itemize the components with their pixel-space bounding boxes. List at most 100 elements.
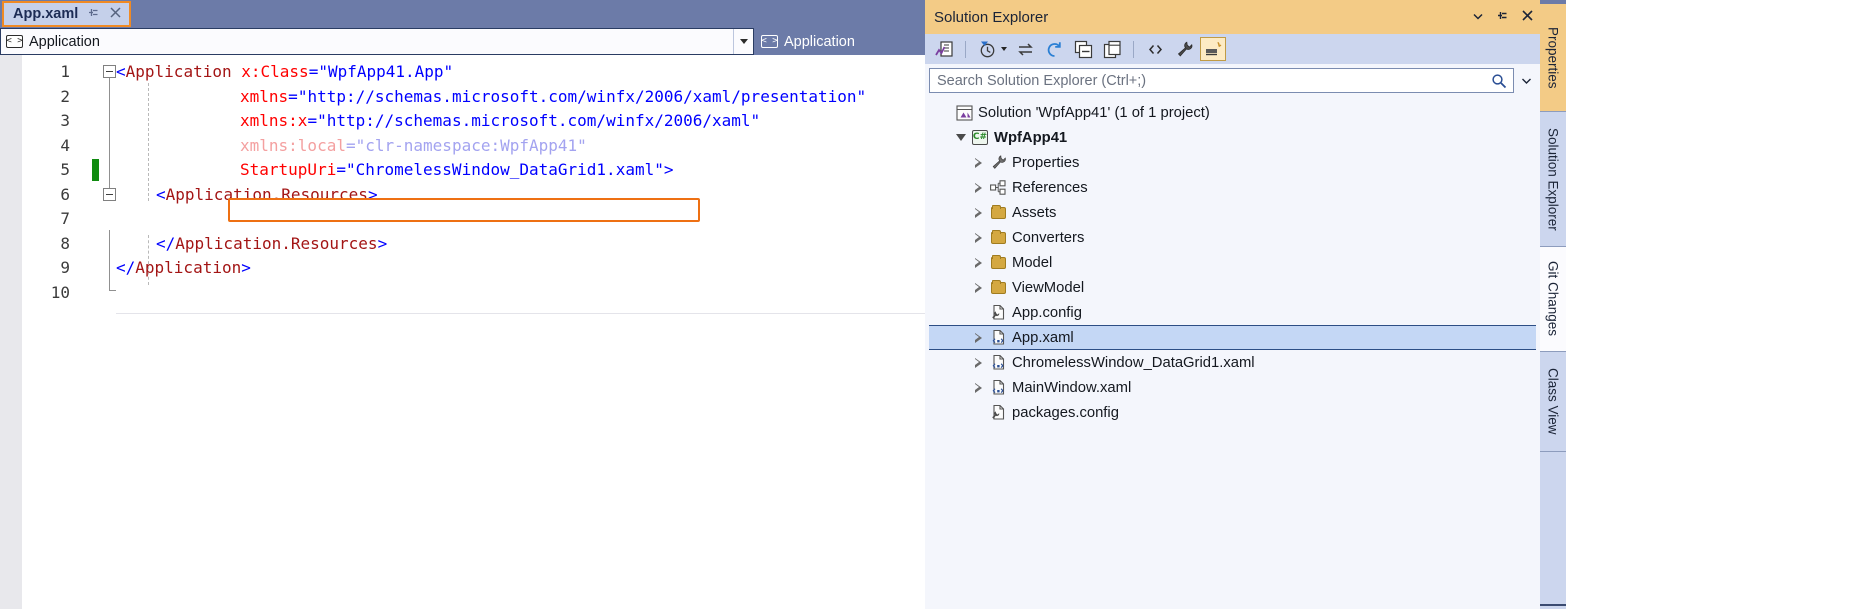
sync-with-active-document-icon[interactable] (1012, 37, 1038, 61)
collapse-all-icon[interactable] (1070, 37, 1096, 61)
pin-icon[interactable] (87, 6, 100, 22)
tree-expander-collapsed[interactable] (971, 150, 987, 175)
code-text: <Application x:Class="WpfApp41.App" (116, 62, 454, 81)
pin-icon[interactable] (1496, 9, 1509, 25)
fold-toggle-icon[interactable] (103, 65, 116, 78)
refresh-icon[interactable] (1041, 37, 1067, 61)
pending-changes-icon[interactable] (974, 37, 1000, 61)
preview-selected-items-icon[interactable] (1200, 37, 1226, 61)
code-line[interactable]: 7 (0, 207, 925, 232)
code-text: xmlns="http://schemas.microsoft.com/winf… (240, 86, 867, 106)
vertical-tab-label: Properties (1545, 26, 1561, 89)
folder-icon (987, 200, 1009, 225)
folder-icon (987, 225, 1009, 250)
line-number: 10 (50, 282, 70, 302)
code-element-icon: < > (6, 35, 23, 48)
properties-icon[interactable] (1171, 37, 1197, 61)
tree-item-label: References (1012, 179, 1088, 196)
tree-expander-collapsed[interactable] (971, 250, 987, 275)
solution-explorer-search-area (929, 68, 1536, 93)
search-icon[interactable] (1491, 73, 1507, 94)
new-solution-view-icon[interactable] (1099, 37, 1125, 61)
chevron-down-icon[interactable] (1517, 68, 1536, 93)
vertical-tab-git-changes[interactable]: Git Changes (1540, 247, 1566, 352)
tree-item-label: Properties (1012, 154, 1080, 171)
tree-item-app-config[interactable]: App.config (929, 300, 1536, 325)
code-map-icon[interactable] (931, 37, 957, 61)
panel-title-buttons (1472, 0, 1534, 34)
search-input[interactable] (937, 72, 1467, 89)
code-text: <Application.Resources> (156, 184, 378, 204)
folder-icon (987, 275, 1009, 300)
tree-expander-collapsed[interactable] (971, 275, 987, 300)
vertical-tab-properties[interactable]: Properties (1540, 4, 1566, 112)
tree-item-app-xaml[interactable]: App.xaml (929, 325, 1536, 350)
code-line[interactable]: 1 <Application x:Class="WpfApp41.App" (0, 60, 925, 85)
code-line[interactable]: 4 xmlns:local="clr-namespace:WpfApp41" (0, 134, 925, 159)
tree-item-label: WpfApp41 (994, 129, 1068, 146)
tree-item-label: packages.config (1012, 404, 1119, 421)
wrench-icon (987, 150, 1009, 175)
tree-item-project[interactable]: C# WpfApp41 (929, 125, 1536, 150)
xaml-file-icon (987, 375, 1009, 400)
toolbar-separator (965, 40, 966, 58)
code-line[interactable]: 5 StartupUri="ChromelessWindow_DataGrid1… (0, 158, 925, 183)
vertical-tab-solution-explorer[interactable]: Solution Explorer (1540, 112, 1566, 247)
navigation-member-label: Application (784, 33, 855, 50)
tree-item-chromeless-window-datagrid1-xaml[interactable]: ChromelessWindow_DataGrid1.xaml (929, 350, 1536, 375)
document-tab-strip: App.xaml (0, 0, 925, 28)
fold-toggle-icon[interactable] (103, 187, 116, 201)
panel-title: Solution Explorer (934, 8, 1049, 26)
tree-item-folder-assets[interactable]: Assets (929, 200, 1536, 225)
tree-item-label: ViewModel (1012, 279, 1085, 296)
document-tab-app-xaml[interactable]: App.xaml (2, 1, 132, 27)
code-text-unused-namespace: xmlns:local="clr-namespace:WpfApp41" (240, 135, 587, 155)
visual-studio-window: App.xaml < > Application < > Application (0, 0, 1865, 609)
tree-expander-collapsed[interactable] (971, 350, 987, 375)
tree-expander-collapsed[interactable] (971, 225, 987, 250)
tree-item-mainwindow-xaml[interactable]: MainWindow.xaml (929, 375, 1536, 400)
folder-icon (987, 250, 1009, 275)
code-line[interactable]: 8 </Application.Resources> (0, 232, 925, 257)
dropdown-icon[interactable] (1472, 10, 1484, 25)
chevron-down-icon[interactable] (733, 29, 753, 54)
code-line[interactable]: 2 xmlns="http://schemas.microsoft.com/wi… (0, 85, 925, 110)
tree-item-folder-converters[interactable]: Converters (929, 225, 1536, 250)
navigation-type-label: Application (29, 33, 100, 50)
show-all-files-icon[interactable] (1142, 37, 1168, 61)
navigation-member-dropdown[interactable]: < > Application (756, 28, 925, 55)
tree-item-label: MainWindow.xaml (1012, 379, 1132, 396)
solution-tree[interactable]: Solution 'WpfApp41' (1 of 1 project) C# … (929, 100, 1536, 605)
code-line[interactable]: 3 xmlns:x="http://schemas.microsoft.com/… (0, 109, 925, 134)
tree-item-packages-config[interactable]: packages.config (929, 400, 1536, 425)
search-box[interactable] (929, 68, 1514, 93)
close-icon[interactable] (109, 6, 122, 22)
code-editor-surface[interactable]: 1 <Application x:Class="WpfApp41.App" 2 … (0, 55, 925, 609)
line-number: 1 (60, 62, 70, 81)
code-line[interactable]: 6 <Application.Resources> (0, 183, 925, 208)
tree-item-properties[interactable]: Properties (929, 150, 1536, 175)
vertical-tab-class-view[interactable]: Class View (1540, 352, 1566, 452)
line-number: 9 (60, 258, 70, 277)
tree-item-label: ChromelessWindow_DataGrid1.xaml (1012, 354, 1255, 371)
tree-item-solution[interactable]: Solution 'WpfApp41' (1 of 1 project) (929, 100, 1536, 125)
editor-pane: App.xaml < > Application < > Application (0, 0, 925, 609)
tree-expander-expanded[interactable] (953, 125, 969, 150)
chevron-down-icon[interactable] (1001, 47, 1007, 51)
tree-expander-collapsed[interactable] (971, 375, 987, 400)
tree-item-label: App.config (1012, 304, 1082, 321)
code-line-list: 1 <Application x:Class="WpfApp41.App" 2 … (0, 60, 925, 305)
tree-expander-collapsed[interactable] (971, 175, 987, 200)
tree-item-folder-model[interactable]: Model (929, 250, 1536, 275)
tree-item-references[interactable]: References (929, 175, 1536, 200)
tree-expander-collapsed[interactable] (971, 200, 987, 225)
close-icon[interactable] (1521, 9, 1534, 25)
code-text: StartupUri="ChromelessWindow_DataGrid1.x… (240, 160, 674, 179)
vertical-tab-label: Git Changes (1545, 261, 1561, 337)
tree-expander-collapsed[interactable] (971, 325, 987, 350)
tree-item-folder-viewmodel[interactable]: ViewModel (929, 275, 1536, 300)
code-line[interactable]: 9 </Application> (0, 256, 925, 281)
line-number: 5 (60, 160, 70, 179)
code-line[interactable]: 10 (0, 281, 925, 306)
navigation-type-dropdown[interactable]: < > Application (0, 28, 754, 55)
